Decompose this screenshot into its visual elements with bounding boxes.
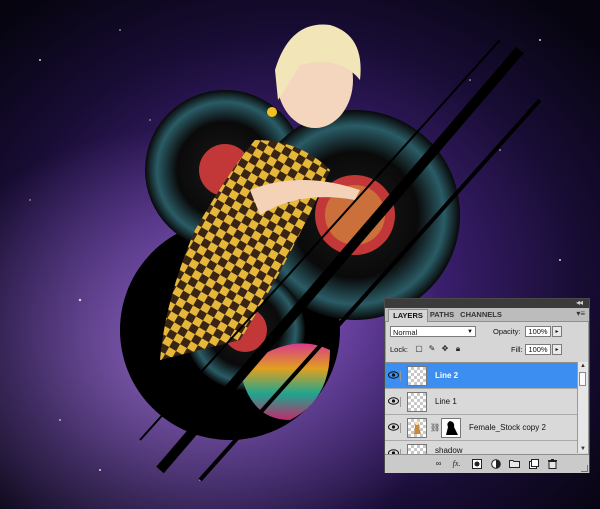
blend-mode-select[interactable]: Normal ▼ <box>390 326 476 337</box>
opacity-label: Opacity: <box>493 327 521 336</box>
layers-panel: ◂◂ LAYERS PATHS CHANNELS ▾≡ Normal ▼ Opa… <box>384 298 590 473</box>
layer-thumbnail <box>407 444 427 454</box>
link-icon[interactable]: ⛓︎ <box>430 423 440 432</box>
layer-thumbnail <box>407 418 427 438</box>
add-mask-icon[interactable] <box>471 458 482 469</box>
layer-row[interactable]: Line 2 <box>385 363 577 389</box>
lock-all-icon[interactable]: 🔒︎ <box>454 345 462 353</box>
eye-icon[interactable] <box>388 371 401 381</box>
new-group-icon[interactable] <box>509 458 520 469</box>
layers-list: Line 2 Line 1 ⛓︎ Female_Stock copy 2 sha… <box>385 362 577 454</box>
fill-stepper[interactable]: ▸ <box>552 344 562 355</box>
layer-thumbnail <box>407 366 427 386</box>
tab-layers[interactable]: LAYERS <box>388 309 428 322</box>
layer-row[interactable]: shadow <box>385 441 577 454</box>
opacity-field[interactable]: 100% <box>525 326 551 337</box>
new-layer-icon[interactable] <box>528 458 539 469</box>
panel-titlebar[interactable]: ◂◂ <box>385 298 589 308</box>
adjustment-layer-icon[interactable] <box>490 458 501 469</box>
fill-label: Fill: <box>511 345 523 354</box>
resize-grip-icon[interactable] <box>581 465 588 472</box>
lock-transparent-icon[interactable]: ▢ <box>415 345 423 353</box>
eye-icon[interactable] <box>388 423 401 433</box>
layer-name[interactable]: Female_Stock copy 2 <box>469 422 546 434</box>
fx-icon[interactable]: fx. <box>451 458 462 469</box>
layer-name[interactable]: Line 2 <box>435 370 458 382</box>
blend-mode-value: Normal <box>393 328 418 337</box>
tab-channels[interactable]: CHANNELS <box>459 309 503 321</box>
layer-row[interactable]: Line 1 <box>385 389 577 415</box>
lock-image-icon[interactable]: ✎ <box>428 345 436 353</box>
layer-name[interactable]: shadow <box>435 445 463 454</box>
scroll-thumb[interactable] <box>579 372 586 386</box>
chevron-down-icon: ▼ <box>467 329 473 335</box>
blend-row: Normal ▼ Opacity: 100% ▸ <box>385 323 589 340</box>
layer-thumbnail <box>407 392 427 412</box>
scroll-up-icon[interactable]: ▲ <box>578 362 588 370</box>
tab-paths[interactable]: PATHS <box>427 309 457 321</box>
lock-label: Lock: <box>390 345 408 354</box>
eye-icon[interactable] <box>388 397 401 407</box>
layers-scrollbar[interactable]: ▲ ▼ <box>577 362 588 453</box>
opacity-stepper[interactable]: ▸ <box>552 326 562 337</box>
layer-name[interactable]: Line 1 <box>435 396 457 408</box>
document-canvas[interactable]: ◂◂ LAYERS PATHS CHANNELS ▾≡ Normal ▼ Opa… <box>0 0 600 509</box>
fill-field[interactable]: 100% <box>525 344 551 355</box>
lock-row: Lock: ▢ ✎ ✥ 🔒︎ Fill: 100% ▸ <box>385 343 589 360</box>
layer-row[interactable]: ⛓︎ Female_Stock copy 2 <box>385 415 577 441</box>
collapse-icon[interactable]: ◂◂ <box>576 298 583 307</box>
panel-menu-icon[interactable]: ▾≡ <box>576 309 585 318</box>
link-layers-icon[interactable]: ∞ <box>433 458 444 469</box>
panel-footer: ∞ fx. <box>385 454 589 473</box>
layer-mask-thumbnail[interactable] <box>441 418 461 438</box>
delete-layer-icon[interactable] <box>547 458 558 469</box>
scroll-down-icon[interactable]: ▼ <box>578 445 588 453</box>
lock-position-icon[interactable]: ✥ <box>441 345 449 353</box>
panel-tabs: LAYERS PATHS CHANNELS ▾≡ <box>385 308 589 322</box>
